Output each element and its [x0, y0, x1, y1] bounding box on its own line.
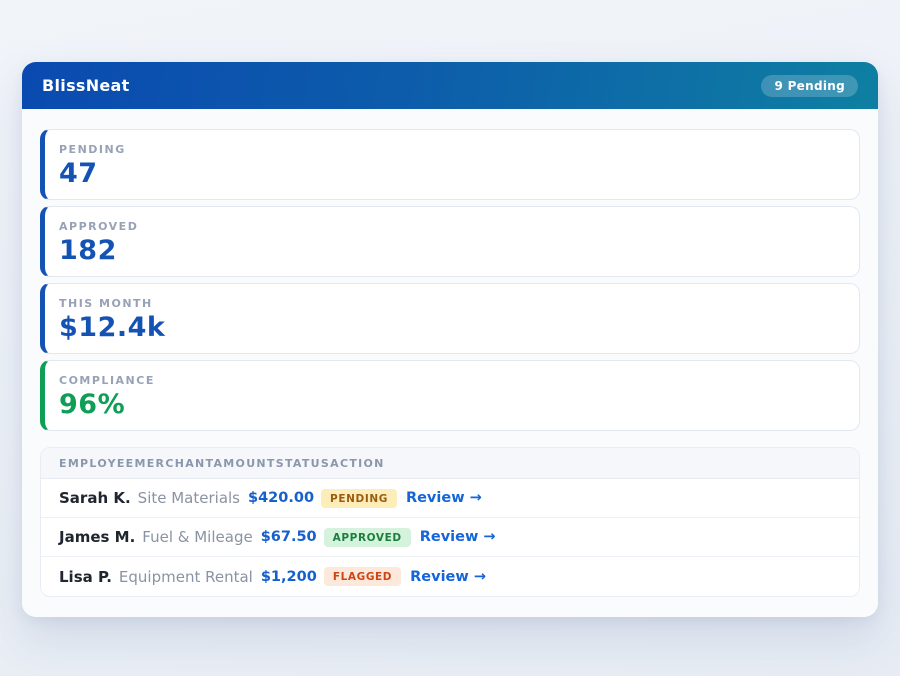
table-row: James M. Fuel & Mileage $67.50 APPROVED … — [41, 518, 859, 557]
stat-value: 182 — [59, 236, 841, 266]
column-header-amount: AMOUNT — [213, 457, 275, 470]
status-badge: APPROVED — [324, 528, 411, 547]
table-row: Sarah K. Site Materials $420.00 PENDING … — [41, 479, 859, 518]
status-badge: FLAGGED — [324, 567, 401, 586]
stats-section: PENDING 47 APPROVED 182 THIS MONTH $12.4… — [40, 129, 860, 431]
stat-label: APPROVED — [59, 220, 841, 233]
stat-value: 47 — [59, 159, 841, 189]
column-header-action: ACTION — [330, 457, 385, 470]
stat-card-this-month: THIS MONTH $12.4k — [40, 283, 860, 354]
employee-name: Lisa P. — [59, 568, 112, 586]
review-link[interactable]: Review → — [406, 490, 482, 506]
stat-value: 96% — [59, 390, 841, 420]
table-row: Lisa P. Equipment Rental $1,200 FLAGGED … — [41, 557, 859, 596]
status-badge: PENDING — [321, 489, 397, 508]
review-link[interactable]: Review → — [410, 569, 486, 585]
stat-card-compliance: COMPLIANCE 96% — [40, 360, 860, 431]
stat-card-pending: PENDING 47 — [40, 129, 860, 200]
table-header-row: EMPLOYEEMERCHANTAMOUNTSTATUSACTION — [41, 448, 859, 479]
amount-value: $67.50 — [261, 529, 317, 545]
stat-value: $12.4k — [59, 313, 841, 343]
employee-name: Sarah K. — [59, 489, 131, 507]
stat-label: THIS MONTH — [59, 297, 841, 310]
column-header-merchant: MERCHANT — [135, 457, 214, 470]
column-header-employee: EMPLOYEE — [59, 457, 135, 470]
expense-table: EMPLOYEEMERCHANTAMOUNTSTATUSACTION Sarah… — [40, 447, 860, 597]
merchant-name: Fuel & Mileage — [142, 528, 252, 546]
amount-value: $420.00 — [248, 490, 314, 506]
employee-name: James M. — [59, 528, 135, 546]
column-header-status: STATUS — [276, 457, 330, 470]
merchant-name: Equipment Rental — [119, 568, 253, 586]
merchant-name: Site Materials — [138, 489, 240, 507]
review-link[interactable]: Review → — [420, 529, 496, 545]
pending-count-badge: 9 Pending — [761, 75, 858, 97]
app-title: BlissNeat — [42, 76, 130, 95]
stat-card-approved: APPROVED 182 — [40, 206, 860, 277]
stat-label: PENDING — [59, 143, 841, 156]
app-header: BlissNeat 9 Pending — [22, 62, 878, 109]
amount-value: $1,200 — [261, 569, 317, 585]
app-body: PENDING 47 APPROVED 182 THIS MONTH $12.4… — [22, 109, 878, 617]
expense-app-window: BlissNeat 9 Pending PENDING 47 APPROVED … — [22, 62, 878, 617]
stat-label: COMPLIANCE — [59, 374, 841, 387]
